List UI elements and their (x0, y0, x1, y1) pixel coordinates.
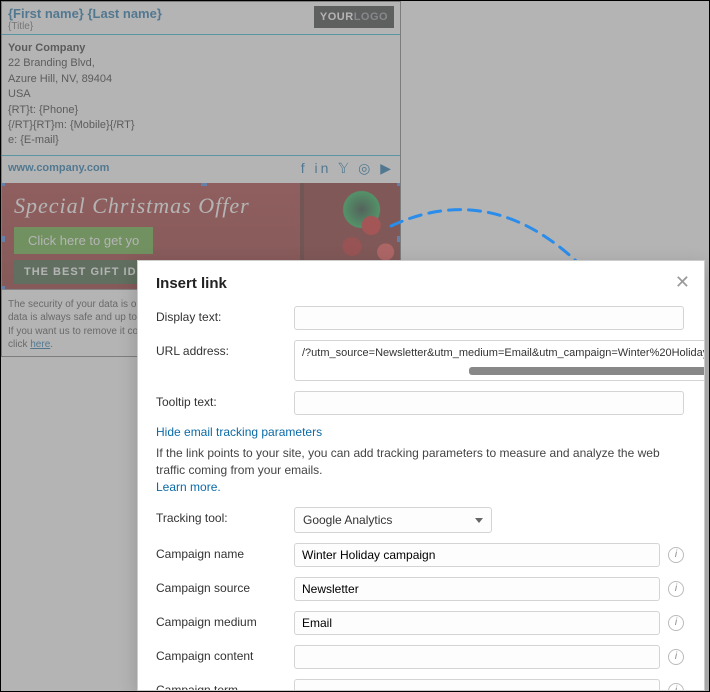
campaign-term-input[interactable] (294, 679, 660, 691)
campaign-source-label: Campaign source (156, 577, 294, 595)
url-scrollbar[interactable] (302, 367, 705, 375)
tracking-tool-label: Tracking tool: (156, 507, 294, 525)
campaign-source-input[interactable] (294, 577, 660, 601)
close-icon[interactable]: ✕ (675, 273, 690, 291)
url-label: URL address: (156, 340, 294, 358)
campaign-name-input[interactable] (294, 543, 660, 567)
info-icon[interactable]: i (668, 649, 684, 665)
insert-link-dialog: Insert link ✕ Display text: URL address:… (137, 260, 705, 691)
info-icon[interactable]: i (668, 581, 684, 597)
campaign-content-input[interactable] (294, 645, 660, 669)
info-icon[interactable]: i (668, 547, 684, 563)
campaign-medium-input[interactable] (294, 611, 660, 635)
display-text-label: Display text: (156, 306, 294, 324)
learn-more-link[interactable]: Learn more. (156, 480, 221, 494)
toggle-tracking-params[interactable]: Hide email tracking parameters (156, 425, 322, 439)
tracking-tool-select[interactable]: Google Analytics (294, 507, 492, 533)
tooltip-input[interactable] (294, 391, 684, 415)
display-text-input[interactable] (294, 306, 684, 330)
help-text: If the link points to your site, you can… (156, 446, 660, 477)
dialog-title: Insert link (156, 275, 684, 292)
info-icon[interactable]: i (668, 683, 684, 691)
info-icon[interactable]: i (668, 615, 684, 631)
campaign-term-label: Campaign term (156, 679, 294, 691)
campaign-content-label: Campaign content (156, 645, 294, 663)
campaign-medium-label: Campaign medium (156, 611, 294, 629)
tooltip-label: Tooltip text: (156, 391, 294, 409)
url-value: /?utm_source=Newsletter&utm_medium=Email… (302, 347, 705, 359)
campaign-name-label: Campaign name (156, 543, 294, 561)
url-input[interactable]: /?utm_source=Newsletter&utm_medium=Email… (294, 340, 705, 381)
